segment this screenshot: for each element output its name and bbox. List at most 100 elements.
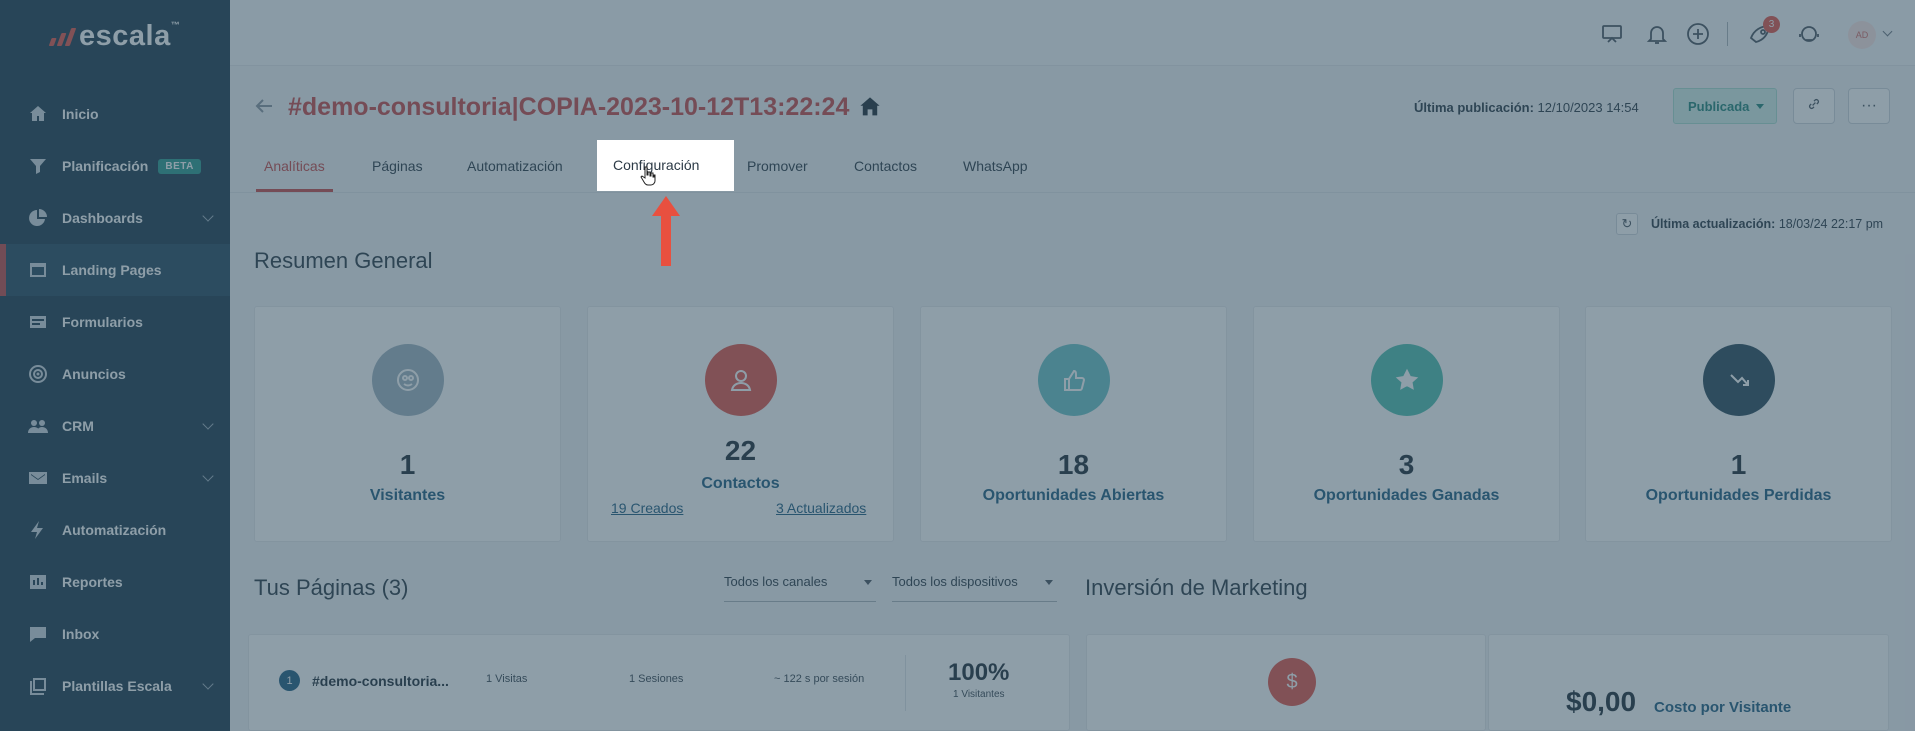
channel-filter-value: Todos los canales xyxy=(724,574,828,589)
sidebar-item-plantillas[interactable]: Plantillas Escala xyxy=(0,660,230,712)
device-filter-select[interactable]: Todos los dispositivos xyxy=(892,574,1057,602)
tab-whatsapp[interactable]: WhatsApp xyxy=(963,140,1028,192)
report-icon xyxy=(27,571,49,593)
tab-paginas[interactable]: Páginas xyxy=(372,140,423,192)
marketing-panel-right xyxy=(1488,634,1889,731)
home-icon[interactable] xyxy=(858,95,884,121)
tab-contactos[interactable]: Contactos xyxy=(854,140,917,192)
sidebar-item-planificacion[interactable]: Planificación BETA xyxy=(0,140,230,192)
sidebar-item-label: Emails xyxy=(62,470,108,486)
page-title: #demo-consultoria|COPIA-2023-10-12T13:22… xyxy=(288,93,850,121)
last-publish-label: Última publicación: xyxy=(1414,100,1534,115)
users-icon xyxy=(27,415,49,437)
created-link[interactable]: 19 Creados xyxy=(611,500,683,516)
hand-cursor-icon xyxy=(640,166,656,186)
sidebar-item-formularios[interactable]: Formularios xyxy=(0,296,230,348)
last-publish: Última publicación: 12/10/2023 14:54 xyxy=(1414,100,1639,115)
stat-card-oportunidades-ganadas: 3 Oportunidades Ganadas xyxy=(1253,306,1560,542)
sidebar-item-anuncios[interactable]: Anuncios xyxy=(0,348,230,400)
stat-label: Visitantes xyxy=(369,487,446,504)
sidebar-item-label: CRM xyxy=(62,418,94,434)
channel-filter-select[interactable]: Todos los canales xyxy=(724,574,876,602)
link-icon xyxy=(1807,97,1821,116)
support-icon[interactable] xyxy=(1797,22,1821,46)
caret-down-icon xyxy=(1045,580,1053,585)
stat-label: Oportunidades Abiertas xyxy=(982,487,1165,504)
more-options-button[interactable]: ··· xyxy=(1848,88,1890,124)
sidebar-item-inicio[interactable]: Inicio xyxy=(0,88,230,140)
last-publish-value: 12/10/2023 14:54 xyxy=(1537,100,1639,115)
mail-icon xyxy=(27,467,49,489)
sidebar-item-reportes[interactable]: Reportes xyxy=(0,556,230,608)
sidebar-item-label: Landing Pages xyxy=(62,262,162,278)
brand-mark: ™ xyxy=(170,20,181,30)
brand-name: escala xyxy=(79,20,171,52)
form-icon xyxy=(27,311,49,333)
thumbs-up-icon xyxy=(1037,344,1110,416)
window-icon xyxy=(27,259,49,281)
chevron-down-icon xyxy=(202,210,214,222)
sidebar-item-label: Formularios xyxy=(62,314,143,330)
device-filter-value: Todos los dispositivos xyxy=(892,574,1018,589)
updated-link[interactable]: 3 Actualizados xyxy=(776,500,866,516)
sidebar-item-label: Inicio xyxy=(62,106,99,122)
tab-analiticas[interactable]: Analíticas xyxy=(256,140,333,192)
sidebar-item-label: Dashboards xyxy=(62,210,143,226)
sidebar-item-label: Plantillas Escala xyxy=(62,678,172,694)
bell-icon[interactable] xyxy=(1645,22,1669,46)
sidebar-item-inbox[interactable]: Inbox xyxy=(0,608,230,660)
stat-value: 1 xyxy=(399,449,416,480)
stat-card-contactos: 22 Contactos 19 Creados 3 Actualizados xyxy=(587,306,894,542)
trend-down-icon xyxy=(1702,344,1775,416)
avatar[interactable]: AD xyxy=(1848,21,1876,49)
bolt-icon xyxy=(27,519,49,541)
template-icon xyxy=(27,675,49,697)
sidebar-item-crm[interactable]: CRM xyxy=(0,400,230,452)
refresh-button[interactable]: ↻ xyxy=(1616,213,1638,235)
stat-card-oportunidades-abiertas: 18 Oportunidades Abiertas xyxy=(920,306,1227,542)
tab-promover[interactable]: Promover xyxy=(747,140,808,192)
home-icon xyxy=(27,103,49,125)
beta-badge: BETA xyxy=(158,158,201,174)
visitor-percentage: 100% xyxy=(948,659,1010,686)
stat-label: Oportunidades Ganadas xyxy=(1313,487,1500,504)
stat-value: 1 xyxy=(1730,449,1747,480)
target-icon xyxy=(27,363,49,385)
user-icon xyxy=(704,344,777,416)
back-arrow-icon[interactable] xyxy=(254,96,274,116)
chevron-down-icon xyxy=(202,678,214,690)
sidebar-item-automatizacion[interactable]: Automatización xyxy=(0,504,230,556)
cost-value: $0,00 xyxy=(1566,686,1637,717)
refresh-icon: ↻ xyxy=(1621,216,1633,231)
row-divider xyxy=(905,655,906,711)
summary-title: Resumen General xyxy=(254,248,433,273)
presentation-icon[interactable] xyxy=(1600,22,1624,46)
sidebar-item-dashboards[interactable]: Dashboards xyxy=(0,192,230,244)
page-name-link[interactable]: #demo-consultoria... xyxy=(312,673,449,689)
plus-circle-icon[interactable] xyxy=(1686,22,1710,46)
chevron-down-icon xyxy=(202,418,214,430)
star-icon xyxy=(1370,344,1443,416)
rocket-icon[interactable]: 3 xyxy=(1748,16,1780,46)
link-button[interactable] xyxy=(1793,88,1835,124)
app-root: escala™ Inicio Planificación BETA Dashbo… xyxy=(0,0,1915,731)
sidebar-item-label: Reportes xyxy=(62,574,123,590)
tab-automatizacion[interactable]: Automatización xyxy=(467,140,563,192)
escala-logo[interactable]: escala™ xyxy=(48,20,181,53)
stat-card-visitantes: 1 Visitantes xyxy=(254,306,561,542)
sidebar-item-label: Planificación xyxy=(62,158,149,174)
visitor-count: 1 Visitantes xyxy=(953,689,1005,700)
session-time: ~ 122 s por sesión xyxy=(774,673,865,685)
stat-label: Contactos xyxy=(701,475,780,492)
sidebar-item-emails[interactable]: Emails xyxy=(0,452,230,504)
chevron-down-icon xyxy=(202,470,214,482)
logo-bars-icon xyxy=(48,27,77,46)
sidebar-item-label: Anuncios xyxy=(62,366,126,382)
sidebar-item-landing-pages[interactable]: Landing Pages xyxy=(0,244,230,296)
publish-status-label: Publicada xyxy=(1688,98,1750,114)
chat-icon xyxy=(27,623,49,645)
tabs-divider xyxy=(230,192,1915,193)
cost-label: Costo por Visitante xyxy=(1654,699,1792,716)
publish-status-button[interactable]: Publicada xyxy=(1673,88,1777,124)
topbar-divider xyxy=(1727,22,1728,46)
